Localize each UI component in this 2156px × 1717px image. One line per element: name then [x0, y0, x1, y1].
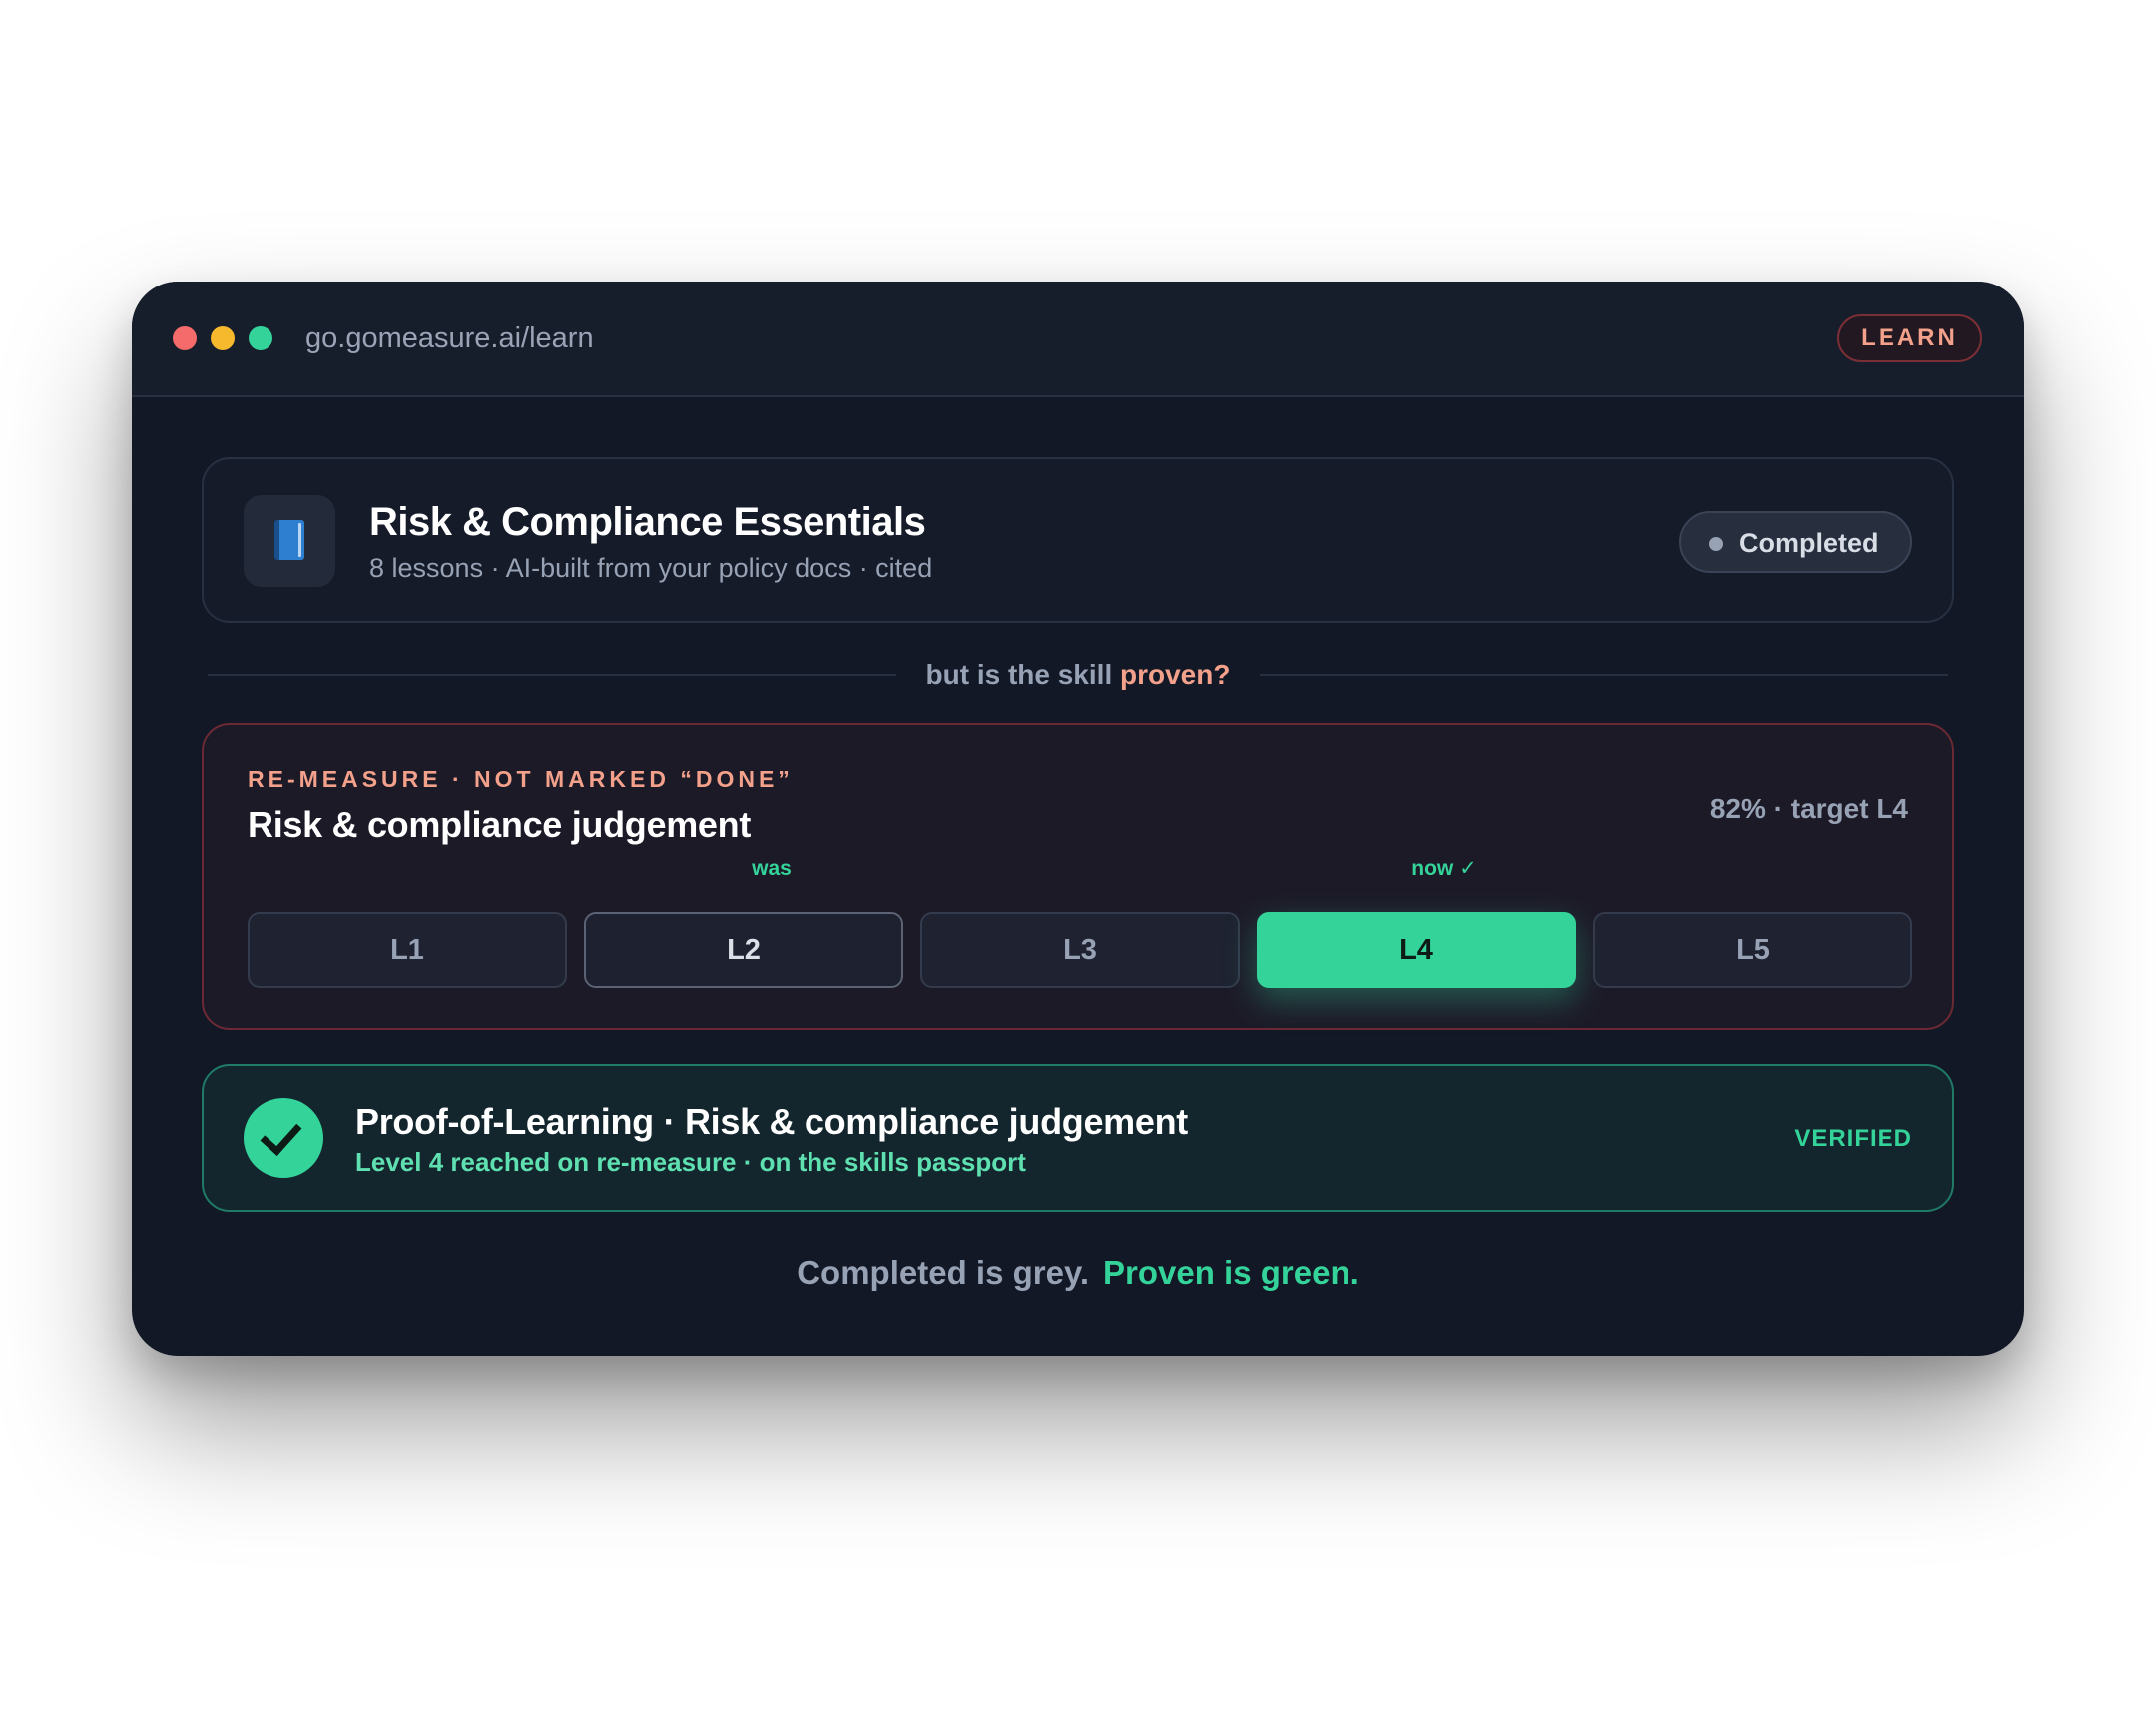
tagline-grey: Completed is grey.	[797, 1254, 1090, 1291]
proof-subtitle: Level 4 reached on re-measure · on the s…	[355, 1147, 1026, 1177]
address-url[interactable]: go.gomeasure.ai/learn	[305, 319, 594, 357]
re-measure-card: RE-MEASURE · NOT MARKED “DONE” Risk & co…	[202, 723, 1954, 1030]
skill-title: Risk & compliance judgement	[248, 804, 752, 845]
level-l4[interactable]: L4	[1257, 912, 1576, 988]
level-l1[interactable]: L1	[248, 912, 567, 988]
checkmark-glyph	[260, 1113, 302, 1156]
course-subtitle: 8 lessons · AI-built from your policy do…	[369, 553, 933, 583]
completed-status-badge: Completed	[1679, 511, 1912, 573]
minimize-window-button[interactable]	[211, 326, 235, 350]
learn-badge: LEARN	[1837, 314, 1982, 362]
proof-title: Proof-of-Learning · Risk & compliance ju…	[355, 1101, 1188, 1142]
re-measure-eyebrow: RE-MEASURE · NOT MARKED “DONE”	[248, 766, 794, 792]
score-target: 82% · target L4	[1709, 793, 1908, 824]
verified-badge: VERIFIED	[1794, 1125, 1912, 1152]
section-divider: but is the skill proven?	[208, 655, 1948, 695]
maximize-window-button[interactable]	[249, 326, 272, 350]
status-label: Completed	[1739, 528, 1879, 558]
was-marker: was	[752, 858, 792, 880]
status-dot-icon	[1709, 537, 1723, 551]
course-icon-tile	[244, 495, 335, 587]
level-l5[interactable]: L5	[1593, 912, 1912, 988]
divider-text: but is the skill	[925, 659, 1113, 690]
check-icon	[244, 1098, 323, 1178]
now-marker: now ✓	[1411, 858, 1477, 880]
level-l3[interactable]: L3	[920, 912, 1240, 988]
tagline-green: Proven is green.	[1103, 1254, 1359, 1291]
level-l2[interactable]: L2	[584, 912, 903, 988]
course-title: Risk & Compliance Essentials	[369, 500, 926, 544]
app-window: go.gomeasure.ai/learn LEARN Risk & Compl…	[132, 282, 2024, 1356]
level-scale: L1 L2 L3 L4 L5	[248, 912, 1912, 988]
tagline: Completed is grey. Proven is green.	[132, 1252, 2024, 1294]
divider-accent: proven?	[1120, 659, 1231, 690]
proof-of-learning-card[interactable]: Proof-of-Learning · Risk & compliance ju…	[202, 1064, 1954, 1212]
course-card[interactable]: Risk & Compliance Essentials 8 lessons ·…	[202, 457, 1954, 623]
divider-caption: but is the skill proven?	[208, 657, 1948, 693]
title-bar: go.gomeasure.ai/learn LEARN	[132, 282, 2024, 397]
close-window-button[interactable]	[173, 326, 197, 350]
book-icon	[274, 520, 304, 560]
